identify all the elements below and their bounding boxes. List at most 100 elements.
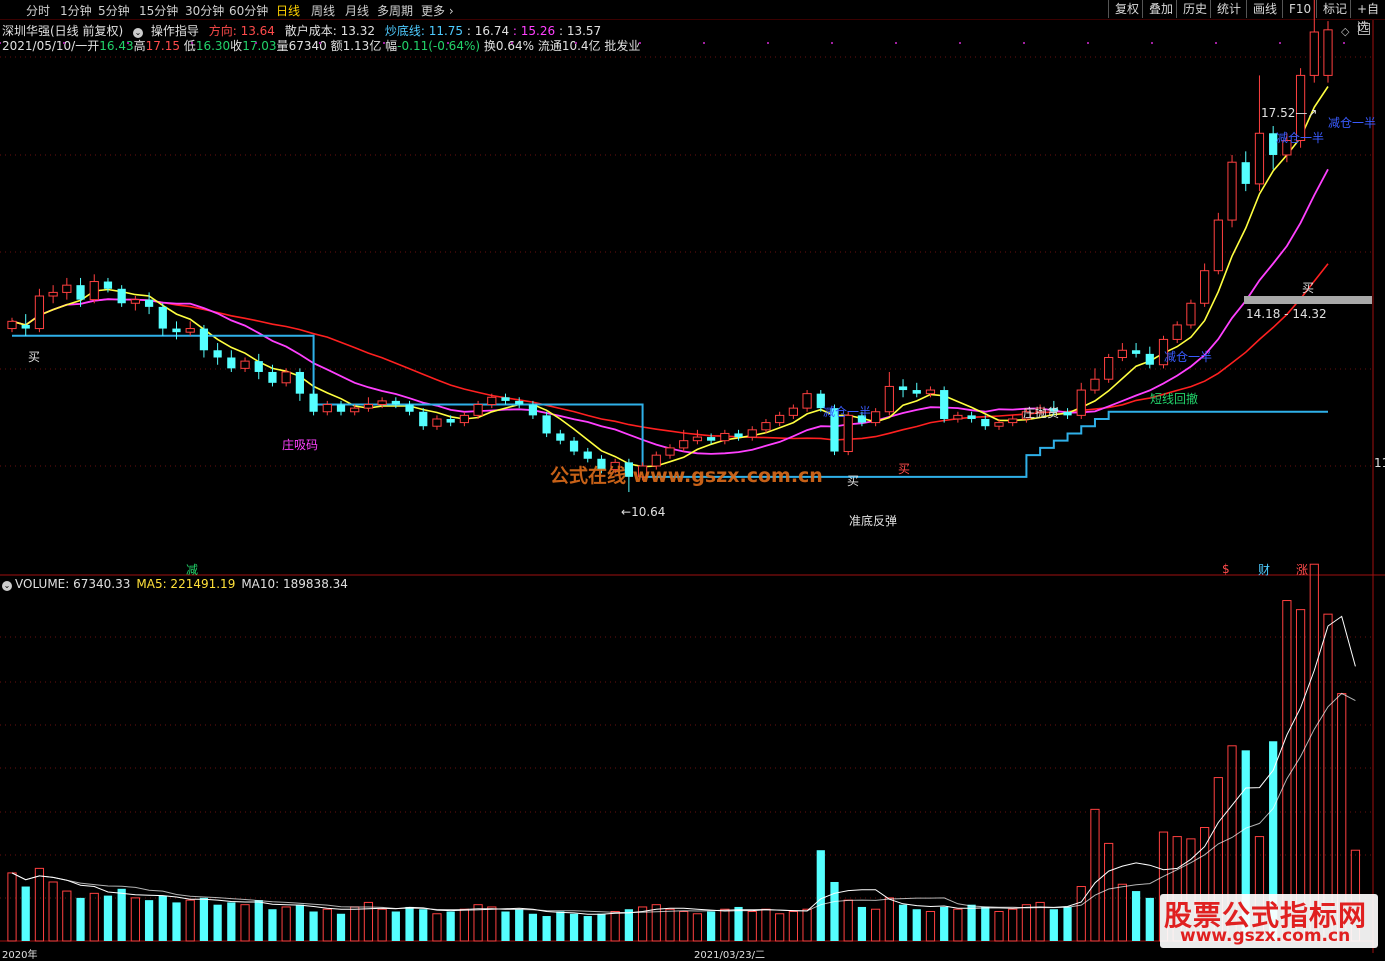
volume-bar <box>884 897 894 942</box>
reduce-label-1: 减仓一半 <box>823 405 872 419</box>
candle-body-up <box>720 432 730 442</box>
volume-bar <box>830 881 839 941</box>
settings-icon[interactable] <box>1358 23 1370 35</box>
candle-body-up <box>7 320 17 330</box>
volume-bar <box>419 909 428 941</box>
candle-body-up <box>130 299 140 304</box>
volume-header: ⌄ VOLUME: 67340.33 MA5: 221491.19 MA10: 189… <box>2 577 348 591</box>
candle-body-up <box>322 404 332 413</box>
candle-body-up <box>1200 270 1210 304</box>
volume-bar <box>925 910 936 942</box>
candle-body-up <box>1008 418 1018 424</box>
volume-bar <box>281 906 291 942</box>
volume-bar <box>501 911 510 941</box>
volume-bar <box>130 897 140 942</box>
volume-bar <box>981 906 990 941</box>
volume-bar <box>802 908 812 942</box>
volume-bar <box>720 908 730 942</box>
candle-body-down <box>1131 350 1141 354</box>
volume-bar <box>569 913 579 941</box>
candle-body-down <box>405 404 414 412</box>
candle-body-up <box>1227 161 1237 221</box>
near-bottom-label: 准底反弹 <box>849 514 898 528</box>
candle-body-up <box>843 414 853 453</box>
volume-bar <box>912 909 921 941</box>
volume-bar <box>1049 909 1058 941</box>
candle-body-down <box>391 400 400 405</box>
candle-body-up <box>89 281 99 301</box>
high-price-value: 17.52 <box>1261 106 1296 120</box>
candle-body-down <box>501 397 510 401</box>
candle-body-up <box>473 404 483 416</box>
volume-bar <box>515 909 524 941</box>
volume-bar <box>254 900 263 941</box>
volume-bar <box>309 911 318 941</box>
corner-watermark: 股票公式指标网 www.gszx.com.cn <box>1160 894 1378 948</box>
volume-bar <box>227 902 236 941</box>
volume-bar <box>405 906 414 941</box>
candle-body-up <box>775 414 785 424</box>
volume-bar <box>679 910 689 942</box>
low-price-label: ←10.64 <box>621 505 666 519</box>
candle-body-down <box>528 404 538 416</box>
candle-body-up <box>679 440 689 449</box>
volume-bar <box>295 904 304 941</box>
volume-bar <box>692 913 703 942</box>
reduce-label-3: 减仓一半 <box>1276 131 1325 145</box>
candle-body-down <box>309 393 318 412</box>
volume-bar <box>34 867 45 942</box>
volume-bar <box>597 913 606 941</box>
volume-bar <box>89 892 99 942</box>
volume-bar <box>953 908 963 942</box>
volume-bar <box>1104 842 1114 942</box>
candle-body-down <box>912 390 921 394</box>
candle-body-up <box>363 404 374 409</box>
volume-bar <box>528 913 538 941</box>
reduce-marker: 减 <box>186 563 199 577</box>
volume-value-label: VOLUME: 67340.33 <box>15 577 131 591</box>
candle-body-down <box>117 288 126 304</box>
candles <box>7 0 1333 493</box>
volume-bars <box>7 563 1361 942</box>
candle-body-down <box>898 386 908 391</box>
volume-bar <box>172 902 181 941</box>
volume-ma5-label: MA5: 221491.19 <box>136 577 236 591</box>
candle-body-down <box>556 433 565 441</box>
center-watermark: 公式在线 www.gszx.com.cn <box>550 465 823 487</box>
price-axis-tick: 11 <box>1374 456 1385 470</box>
volume-bar <box>761 908 771 942</box>
candle-body-down <box>967 415 976 419</box>
buy-label-1: 买 <box>28 350 41 364</box>
candle-body-up <box>692 436 703 442</box>
volume-collapse-icon[interactable]: ⌄ <box>2 581 12 591</box>
volume-bar <box>62 890 72 942</box>
candle-body-up <box>665 447 675 456</box>
volume-bar <box>7 872 17 942</box>
volume-bar <box>117 888 126 941</box>
volume-bar <box>556 911 565 941</box>
volume-bar <box>103 895 113 941</box>
volume-bar <box>446 911 455 941</box>
volume-bar <box>391 911 400 941</box>
reduce-label-2: 减仓一半 <box>1164 350 1213 364</box>
dump-label: 庄抛货 <box>1023 406 1060 420</box>
volume-bar <box>871 908 881 942</box>
volume-bar <box>459 908 469 942</box>
candle-body-up <box>432 418 442 427</box>
volume-bar <box>158 895 167 941</box>
volume-bar <box>1008 908 1018 942</box>
candle-body-down <box>172 328 181 333</box>
candle-body-down <box>569 440 579 452</box>
volume-bar <box>624 909 633 941</box>
volume-bar <box>1117 883 1127 942</box>
volume-bar <box>1076 886 1086 942</box>
volume-bar <box>432 913 442 942</box>
candle-body-down <box>446 418 455 423</box>
chevron-icon[interactable]: ◇ <box>1341 25 1349 38</box>
candle-body-down <box>199 328 209 351</box>
candle-body-up <box>747 429 757 438</box>
candle-body-down <box>1063 411 1072 416</box>
volume-bar <box>350 906 360 942</box>
candle-body-down <box>254 361 263 372</box>
candle-body-down <box>268 371 277 383</box>
